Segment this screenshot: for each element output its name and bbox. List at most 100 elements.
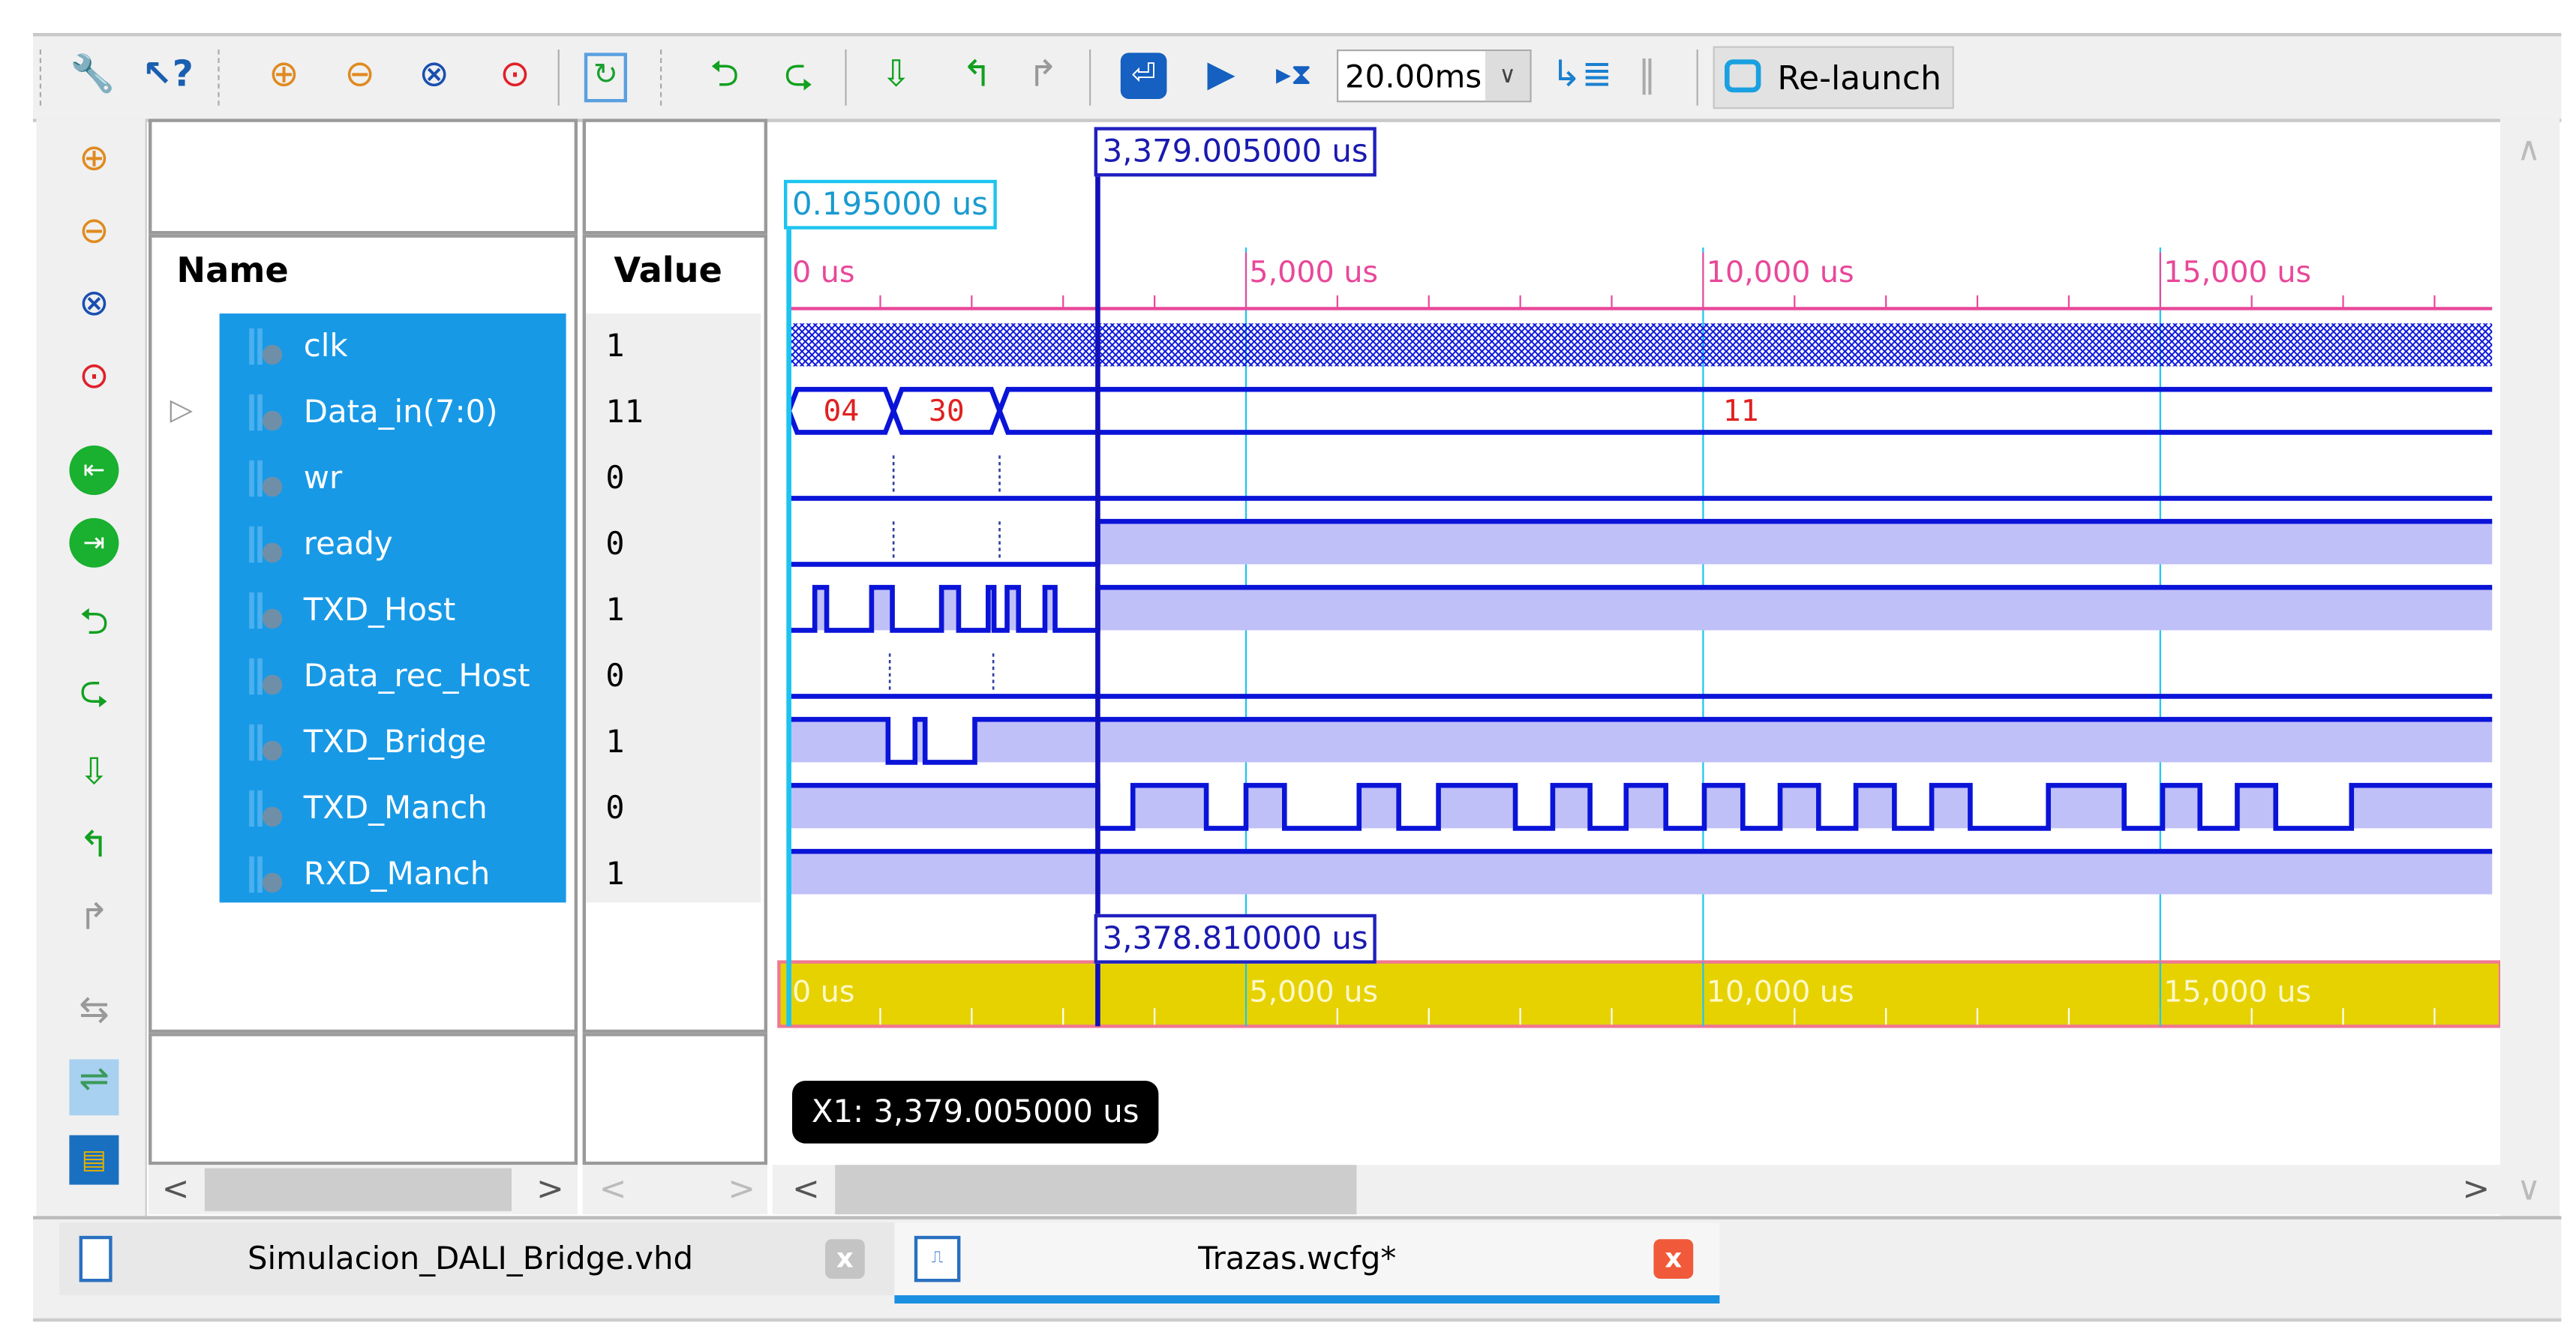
bus-value-label: 11 (1723, 394, 1759, 428)
value-horizontal-scrollbar[interactable]: < > (582, 1165, 767, 1215)
secondary-cursor-label[interactable]: 0.195000 us (784, 179, 997, 230)
signal-value-list: 1 11 0 0 1 0 1 0 1 (586, 314, 761, 903)
wave-horizontal-scrollbar[interactable]: < > (772, 1165, 2500, 1215)
signal-icon (249, 724, 283, 761)
high-fill (871, 587, 893, 631)
signal-name: Data_in(7:0) (303, 394, 498, 431)
signal-row-data-rec-host[interactable]: Data_rec_Host (220, 644, 566, 710)
toolbar-grip[interactable] (39, 50, 41, 106)
swap-cursors-icon[interactable]: ⇆ (69, 990, 119, 1031)
floating-ruler-icon[interactable]: ▤ (69, 1135, 119, 1185)
previous-transition-icon[interactable]: ↰ (69, 825, 119, 866)
step-line-icon[interactable]: ↳≣ (1551, 56, 1612, 96)
zoom-to-cursor-icon[interactable]: ⊙ (492, 56, 539, 96)
separator (1696, 50, 1698, 106)
chevron-down-icon[interactable]: ∨ (1485, 51, 1530, 101)
scrollbar-thumb[interactable] (204, 1168, 512, 1211)
restart-icon[interactable]: ⏎ (1120, 52, 1167, 99)
wrench-icon[interactable]: 🔧 (69, 56, 116, 96)
scrollbar-thumb[interactable] (835, 1165, 1357, 1215)
scroll-right-icon[interactable]: > (536, 1168, 564, 1208)
waveform-file-icon: ⎍ (914, 1235, 961, 1282)
high-fill (1932, 785, 1971, 829)
add-marker-icon[interactable]: ⇩ (69, 752, 119, 794)
zoom-out-icon[interactable]: ⊖ (69, 212, 119, 253)
waveform-canvas[interactable]: 0 us 5,000 us 10,000 us 15,000 us 04 30 11 0 us… (773, 124, 2500, 1163)
signal-row-clk[interactable]: clk (220, 314, 566, 380)
high-fill (788, 785, 1098, 829)
signal-value: 1 (605, 724, 625, 761)
signal-row-data-in-7-0[interactable]: Data_in(7:0) (220, 380, 566, 446)
run-all-icon[interactable]: ▶ (1198, 56, 1244, 96)
zoom-out-icon[interactable]: ⊖ (337, 56, 383, 96)
signal-value: 0 (605, 526, 625, 563)
separator (845, 50, 847, 106)
refresh-icon[interactable]: ↻ (584, 52, 627, 103)
waveform-area[interactable]: 0 us 5,000 us 10,000 us 15,000 us 04 30 11 0 us… (772, 124, 2500, 1163)
next-transition-icon[interactable]: ↱ (1020, 56, 1067, 96)
go-to-time-zero-icon[interactable]: ⮌ (701, 56, 748, 96)
separator (557, 50, 560, 106)
ruler-label: 0 us (792, 255, 855, 290)
zoom-to-cursor-icon[interactable]: ⊙ (69, 356, 119, 398)
previous-transition-icon[interactable]: ↰ (954, 56, 1001, 96)
bus-signal-icon (249, 394, 283, 431)
tab-simulacion-vhd[interactable]: Simulacion_DALI_Bridge.vhd x (59, 1222, 895, 1295)
scroll-right-icon[interactable]: > (2462, 1168, 2490, 1208)
signal-name: TXD_Bridge (303, 724, 487, 761)
zoom-fit-icon[interactable]: ⊗ (69, 284, 119, 325)
toolbar-grip (660, 50, 662, 106)
ruler-label: 5,000 us (1249, 255, 1378, 290)
close-icon[interactable]: x (1653, 1239, 1694, 1279)
signal-row-txd-bridge[interactable]: TXD_Bridge (220, 710, 566, 776)
snap-to-transition-icon[interactable]: ⇌ (69, 1059, 119, 1116)
pause-icon[interactable]: ‖ (1624, 56, 1671, 96)
context-help-icon[interactable]: ↖? (142, 56, 194, 96)
run-for-icon[interactable]: ▸⧗ (1271, 56, 1317, 96)
go-to-last-time-icon[interactable]: ⮎ (776, 56, 822, 96)
next-transition-icon[interactable]: ↱ (69, 898, 119, 939)
high-fill (788, 851, 2493, 895)
go-to-start-icon[interactable]: ⇤ (69, 446, 119, 495)
step-icon[interactable]: ⇩ (873, 56, 920, 96)
tab-trazas-wcfg[interactable]: ⎍ Trazas.wcfg* x (894, 1222, 1720, 1304)
signal-row-txd-manch[interactable]: TXD_Manch (220, 776, 566, 842)
scroll-left-icon[interactable]: < (162, 1168, 190, 1208)
go-to-end-icon[interactable]: ⇥ (69, 518, 119, 568)
zoom-in-icon[interactable]: ⊕ (69, 139, 119, 180)
high-fill (1704, 785, 1743, 829)
signal-row-wr[interactable]: wr (220, 446, 566, 512)
value-panel-bottom (582, 1033, 767, 1166)
signal-value: 1 (605, 328, 625, 365)
tab-label: Simulacion_DALI_Bridge.vhd (248, 1240, 694, 1277)
signal-name: Data_rec_Host (303, 658, 530, 695)
scroll-right-icon[interactable]: > (728, 1168, 755, 1208)
scroll-down-icon[interactable]: ∨ (2517, 1168, 2541, 1208)
main-cursor-label[interactable]: 3,379.005000 us (1094, 127, 1377, 177)
name-panel-top (149, 118, 578, 235)
relaunch-button[interactable]: Re-launch (1713, 46, 1954, 110)
signal-row-txd-host[interactable]: TXD_Host (220, 578, 566, 644)
high-fill (1626, 785, 1666, 829)
scroll-left-icon[interactable]: < (599, 1168, 627, 1208)
signal-value: 0 (605, 460, 625, 497)
vertical-scrollbar[interactable]: ∧ ∨ (2500, 118, 2560, 1216)
scroll-left-icon[interactable]: < (792, 1168, 820, 1208)
previous-marker-icon[interactable]: ⮌ (69, 594, 119, 657)
name-column-header: Name (176, 250, 289, 291)
expand-arrow-icon[interactable]: ▷ (170, 393, 193, 428)
name-horizontal-scrollbar[interactable]: < > (149, 1165, 578, 1215)
scroll-up-icon[interactable]: ∧ (2517, 129, 2541, 169)
high-fill (1246, 785, 1285, 829)
toolbar: 🔧 ↖? ⊕ ⊖ ⊗ ⊙ ↻ ⮌ ⮎ ⇩ ↰ ↱ ⏎ ▶ ▸⧗ 20.00ms … (33, 33, 2562, 122)
signal-icon (249, 592, 283, 629)
signal-value: 0 (605, 790, 625, 827)
close-icon[interactable]: x (825, 1239, 865, 1279)
signal-row-rxd-manch[interactable]: RXD_Manch (220, 842, 566, 908)
next-marker-icon[interactable]: ⮎ (69, 663, 119, 726)
high-fill (2237, 785, 2276, 829)
zoom-fit-icon[interactable]: ⊗ (411, 56, 458, 96)
signal-row-ready[interactable]: ready (220, 512, 566, 578)
signal-icon (249, 790, 283, 827)
zoom-in-icon[interactable]: ⊕ (261, 56, 308, 96)
